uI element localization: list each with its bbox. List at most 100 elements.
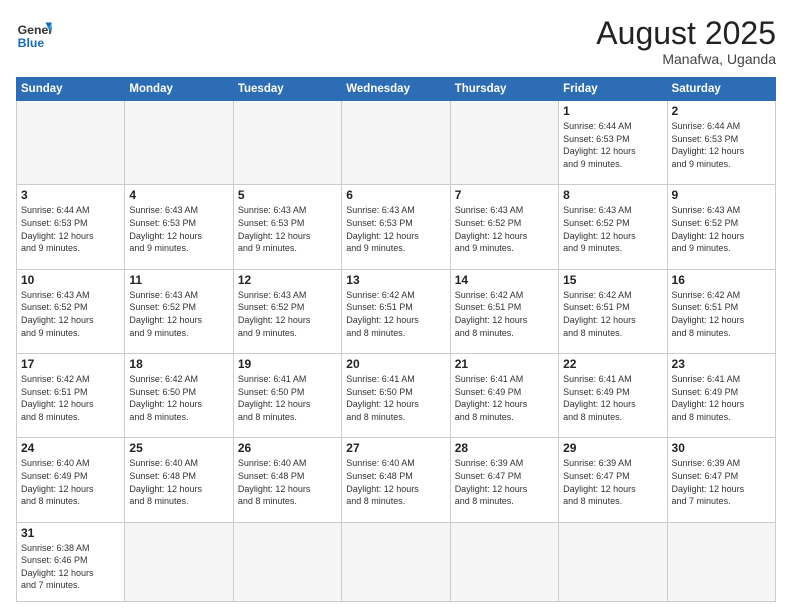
- day-number: 17: [21, 357, 120, 371]
- day-info: Sunrise: 6:41 AM Sunset: 6:49 PM Dayligh…: [672, 373, 771, 423]
- day-info: Sunrise: 6:42 AM Sunset: 6:51 PM Dayligh…: [455, 289, 554, 339]
- svg-text:Blue: Blue: [18, 36, 45, 50]
- calendar-cell: 10Sunrise: 6:43 AM Sunset: 6:52 PM Dayli…: [17, 269, 125, 353]
- day-info: Sunrise: 6:39 AM Sunset: 6:47 PM Dayligh…: [672, 457, 771, 507]
- header: General Blue August 2025 Manafwa, Uganda: [16, 16, 776, 67]
- day-header-tuesday: Tuesday: [233, 78, 341, 101]
- day-number: 2: [672, 104, 771, 118]
- day-info: Sunrise: 6:43 AM Sunset: 6:52 PM Dayligh…: [455, 204, 554, 254]
- calendar-cell: 16 Sunrise: 6:42 AM Sunset: 6:51 PM Dayli…: [667, 269, 775, 353]
- day-info: Sunrise: 6:41 AM Sunset: 6:50 PM Dayligh…: [346, 373, 445, 423]
- day-info: Sunrise: 6:43 AM Sunset: 6:52 PM Dayligh…: [672, 204, 771, 254]
- calendar-cell: [125, 522, 233, 601]
- calendar-cell: 25Sunrise: 6:40 AM Sunset: 6:48 PM Dayli…: [125, 438, 233, 522]
- calendar-cell: 23 Sunrise: 6:41 AM Sunset: 6:49 PM Dayli…: [667, 354, 775, 438]
- day-number: 1: [563, 104, 662, 118]
- day-info: Sunrise: 6:39 AM Sunset: 6:47 PM Dayligh…: [455, 457, 554, 507]
- day-info: Sunrise: 6:42 AM Sunset: 6:50 PM Dayligh…: [129, 373, 228, 423]
- day-info: Sunrise: 6:43 AM Sunset: 6:52 PM Dayligh…: [21, 289, 120, 339]
- day-number: 23: [672, 357, 771, 371]
- calendar-cell: 21 Sunrise: 6:41 AM Sunset: 6:49 PM Dayli…: [450, 354, 558, 438]
- calendar-cell: 27Sunrise: 6:40 AM Sunset: 6:48 PM Dayli…: [342, 438, 450, 522]
- day-number: 3: [21, 188, 120, 202]
- day-number: 9: [672, 188, 771, 202]
- calendar-week-5: 31Sunrise: 6:38 AM Sunset: 6:46 PM Dayli…: [17, 522, 776, 601]
- calendar-week-0: 1 Sunrise: 6:44 AM Sunset: 6:53 PM Daylig…: [17, 101, 776, 185]
- day-header-friday: Friday: [559, 78, 667, 101]
- day-header-monday: Monday: [125, 78, 233, 101]
- calendar-header: SundayMondayTuesdayWednesdayThursdayFrid…: [17, 78, 776, 101]
- day-info: Sunrise: 6:42 AM Sunset: 6:51 PM Dayligh…: [672, 289, 771, 339]
- calendar-cell: 29Sunrise: 6:39 AM Sunset: 6:47 PM Dayli…: [559, 438, 667, 522]
- day-number: 24: [21, 441, 120, 455]
- calendar-cell: [450, 101, 558, 185]
- day-number: 30: [672, 441, 771, 455]
- day-number: 27: [346, 441, 445, 455]
- day-number: 16: [672, 273, 771, 287]
- calendar-cell: 30 Sunrise: 6:39 AM Sunset: 6:47 PM Dayli…: [667, 438, 775, 522]
- calendar-cell: 22 Sunrise: 6:41 AM Sunset: 6:49 PM Dayli…: [559, 354, 667, 438]
- calendar-cell: 2 Sunrise: 6:44 AM Sunset: 6:53 PM Daylig…: [667, 101, 775, 185]
- logo: General Blue: [16, 16, 52, 52]
- days-header-row: SundayMondayTuesdayWednesdayThursdayFrid…: [17, 78, 776, 101]
- day-number: 20: [346, 357, 445, 371]
- calendar-cell: [559, 522, 667, 601]
- day-header-saturday: Saturday: [667, 78, 775, 101]
- calendar-cell: [125, 101, 233, 185]
- day-header-wednesday: Wednesday: [342, 78, 450, 101]
- calendar-cell: 17Sunrise: 6:42 AM Sunset: 6:51 PM Dayli…: [17, 354, 125, 438]
- title-block: August 2025 Manafwa, Uganda: [596, 16, 776, 67]
- calendar-cell: [667, 522, 775, 601]
- calendar-cell: 26Sunrise: 6:40 AM Sunset: 6:48 PM Dayli…: [233, 438, 341, 522]
- calendar-cell: 5Sunrise: 6:43 AM Sunset: 6:53 PM Daylig…: [233, 185, 341, 269]
- page: General Blue August 2025 Manafwa, Uganda…: [0, 0, 792, 612]
- calendar-week-2: 10Sunrise: 6:43 AM Sunset: 6:52 PM Dayli…: [17, 269, 776, 353]
- calendar-cell: [17, 101, 125, 185]
- calendar-week-4: 24 Sunrise: 6:40 AM Sunset: 6:49 PM Dayli…: [17, 438, 776, 522]
- day-info: Sunrise: 6:41 AM Sunset: 6:49 PM Dayligh…: [563, 373, 662, 423]
- day-number: 22: [563, 357, 662, 371]
- day-number: 15: [563, 273, 662, 287]
- calendar-cell: 31Sunrise: 6:38 AM Sunset: 6:46 PM Dayli…: [17, 522, 125, 601]
- calendar-cell: [342, 101, 450, 185]
- calendar-cell: 14Sunrise: 6:42 AM Sunset: 6:51 PM Dayli…: [450, 269, 558, 353]
- calendar-cell: 19Sunrise: 6:41 AM Sunset: 6:50 PM Dayli…: [233, 354, 341, 438]
- calendar-cell: 28 Sunrise: 6:39 AM Sunset: 6:47 PM Dayli…: [450, 438, 558, 522]
- calendar-body: 1 Sunrise: 6:44 AM Sunset: 6:53 PM Daylig…: [17, 101, 776, 602]
- day-info: Sunrise: 6:44 AM Sunset: 6:53 PM Dayligh…: [672, 120, 771, 170]
- day-info: Sunrise: 6:38 AM Sunset: 6:46 PM Dayligh…: [21, 542, 120, 592]
- calendar-cell: 13Sunrise: 6:42 AM Sunset: 6:51 PM Dayli…: [342, 269, 450, 353]
- day-info: Sunrise: 6:43 AM Sunset: 6:53 PM Dayligh…: [129, 204, 228, 254]
- day-number: 6: [346, 188, 445, 202]
- calendar-cell: 12Sunrise: 6:43 AM Sunset: 6:52 PM Dayli…: [233, 269, 341, 353]
- main-title: August 2025: [596, 16, 776, 51]
- day-info: Sunrise: 6:44 AM Sunset: 6:53 PM Dayligh…: [21, 204, 120, 254]
- calendar-cell: 15Sunrise: 6:42 AM Sunset: 6:51 PM Dayli…: [559, 269, 667, 353]
- day-info: Sunrise: 6:43 AM Sunset: 6:52 PM Dayligh…: [563, 204, 662, 254]
- day-number: 7: [455, 188, 554, 202]
- day-number: 25: [129, 441, 228, 455]
- calendar-table: SundayMondayTuesdayWednesdayThursdayFrid…: [16, 77, 776, 602]
- day-number: 28: [455, 441, 554, 455]
- calendar-cell: 3 Sunrise: 6:44 AM Sunset: 6:53 PM Daylig…: [17, 185, 125, 269]
- calendar-week-1: 3 Sunrise: 6:44 AM Sunset: 6:53 PM Daylig…: [17, 185, 776, 269]
- calendar-cell: [233, 522, 341, 601]
- calendar-cell: [450, 522, 558, 601]
- day-number: 29: [563, 441, 662, 455]
- calendar-week-3: 17Sunrise: 6:42 AM Sunset: 6:51 PM Dayli…: [17, 354, 776, 438]
- calendar-cell: 8 Sunrise: 6:43 AM Sunset: 6:52 PM Daylig…: [559, 185, 667, 269]
- day-number: 4: [129, 188, 228, 202]
- day-info: Sunrise: 6:43 AM Sunset: 6:52 PM Dayligh…: [238, 289, 337, 339]
- day-info: Sunrise: 6:43 AM Sunset: 6:53 PM Dayligh…: [238, 204, 337, 254]
- day-info: Sunrise: 6:40 AM Sunset: 6:49 PM Dayligh…: [21, 457, 120, 507]
- day-info: Sunrise: 6:43 AM Sunset: 6:52 PM Dayligh…: [129, 289, 228, 339]
- calendar-cell: 6Sunrise: 6:43 AM Sunset: 6:53 PM Daylig…: [342, 185, 450, 269]
- calendar-cell: [342, 522, 450, 601]
- calendar-cell: 18Sunrise: 6:42 AM Sunset: 6:50 PM Dayli…: [125, 354, 233, 438]
- calendar-cell: 20 Sunrise: 6:41 AM Sunset: 6:50 PM Dayli…: [342, 354, 450, 438]
- calendar-cell: 11Sunrise: 6:43 AM Sunset: 6:52 PM Dayli…: [125, 269, 233, 353]
- day-number: 21: [455, 357, 554, 371]
- calendar-cell: 24 Sunrise: 6:40 AM Sunset: 6:49 PM Dayli…: [17, 438, 125, 522]
- day-info: Sunrise: 6:41 AM Sunset: 6:49 PM Dayligh…: [455, 373, 554, 423]
- day-number: 8: [563, 188, 662, 202]
